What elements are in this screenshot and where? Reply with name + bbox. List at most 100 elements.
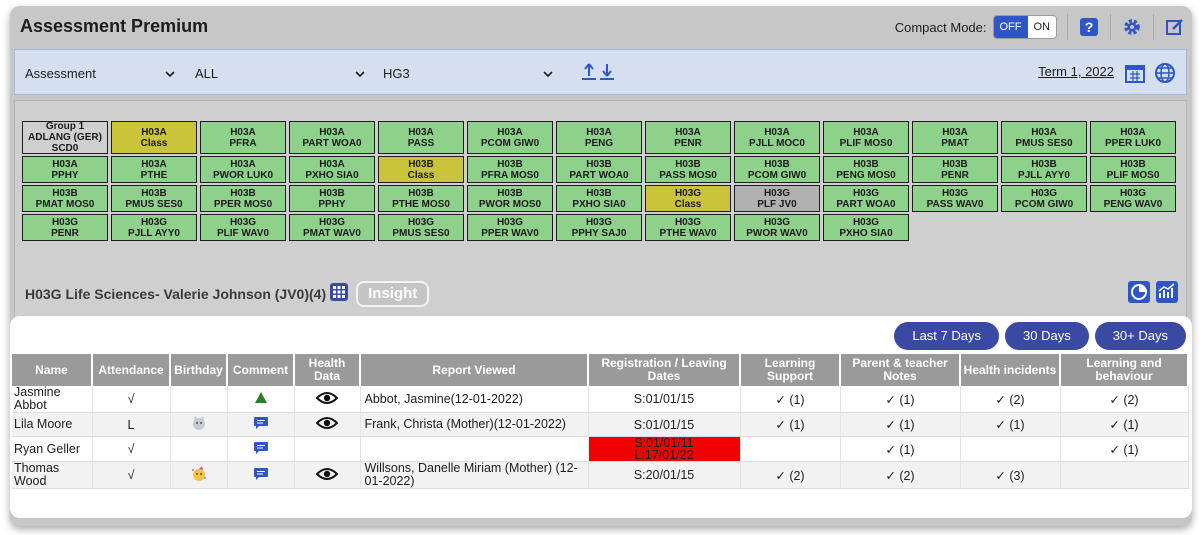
group-cell[interactable]: H03G PCOM GIW0	[1001, 185, 1087, 212]
group-cell[interactable]: H03A PASS	[378, 121, 464, 154]
group-cell[interactable]: H03B PMUS SES0	[111, 185, 197, 212]
group-cell[interactable]: H03G PPER WAV0	[467, 214, 553, 241]
upload-download-icon[interactable]	[581, 62, 617, 87]
column-header[interactable]: Report Viewed	[360, 354, 589, 386]
group-cell[interactable]: H03G PENR	[22, 214, 108, 241]
last-7-days-button[interactable]: Last 7 Days	[894, 322, 999, 350]
group-cell[interactable]: H03G PENG WAV0	[1090, 185, 1176, 212]
comment-icon[interactable]	[253, 441, 269, 458]
group-cell[interactable]: H03B PWOR MOS0	[467, 185, 553, 212]
group-cell[interactable]: H03B PASS MOS0	[645, 156, 731, 183]
column-header[interactable]: Health incidents	[960, 354, 1061, 386]
help-icon[interactable]: ?	[1078, 16, 1100, 38]
column-header[interactable]: Learning Support	[740, 354, 841, 386]
settings-icon[interactable]	[1121, 16, 1143, 38]
group-cell[interactable]: H03B PCOM GIW0	[734, 156, 820, 183]
group-cell[interactable]: H03A PPHY	[22, 156, 108, 183]
group-cell[interactable]: H03B PENG MOS0	[823, 156, 909, 183]
group-cell[interactable]: H03B Class	[378, 156, 464, 183]
line-chart-icon[interactable]	[1156, 281, 1178, 308]
group-cell[interactable]: H03B PART WOA0	[556, 156, 642, 183]
compact-off-option[interactable]: OFF	[993, 16, 1028, 38]
group-cell-line: PXHO SIA0	[305, 169, 359, 181]
group-cell[interactable]: H03G PLF JV0	[734, 185, 820, 212]
group-cell-line: H03B	[497, 187, 523, 199]
tree-icon[interactable]	[254, 391, 268, 408]
table-row[interactable]: Lila Moore L Frank, Christa (Mother)(12-01…	[12, 412, 1189, 437]
table-row[interactable]: Ryan Geller √ S:01/01/11 L:17/01/22 ✓ (1) ✓ (…	[12, 436, 1189, 462]
group-cell[interactable]: H03A PFRA	[200, 121, 286, 154]
group-cell[interactable]: H03B PTHE MOS0	[378, 185, 464, 212]
group-cell[interactable]: H03G PJLL AYY0	[111, 214, 197, 241]
group-cell-line: H03B	[408, 158, 434, 170]
group-cell[interactable]: H03G PLIF WAV0	[200, 214, 286, 241]
insight-button[interactable]: Insight	[356, 281, 430, 307]
group-cell[interactable]: H03G PART WOA0	[823, 185, 909, 212]
comment-icon[interactable]	[253, 417, 269, 433]
group-cell-line: H03G	[1030, 187, 1058, 199]
group-cell[interactable]: H03G PXHO SIA0	[823, 214, 909, 241]
chart-icons	[1128, 281, 1178, 308]
group-cell[interactable]: H03G PTHE WAV0	[645, 214, 731, 241]
pie-chart-icon[interactable]	[1128, 281, 1150, 308]
group-cell[interactable]: H03G PASS WAV0	[912, 185, 998, 212]
group-cell[interactable]: H03G PMAT WAV0	[289, 214, 375, 241]
30-plus-days-button[interactable]: 30+ Days	[1094, 322, 1186, 350]
group-cell[interactable]: H03A PXHO SIA0	[289, 156, 375, 183]
group-cell-line: H03A	[1031, 126, 1057, 138]
column-header[interactable]: Health Data	[294, 354, 361, 386]
group-cell[interactable]: H03A PPER LUK0	[1090, 121, 1176, 154]
group-cell[interactable]: H03A PMUS SES0	[1001, 121, 1087, 154]
table-row[interactable]: Thomas Wood √ Willsons, Danelle Miriam (Mo…	[12, 461, 1189, 489]
group-cell-line: PPER LUK0	[1104, 137, 1162, 149]
group-cell[interactable]: H03A PMAT	[912, 121, 998, 154]
group-cell[interactable]: H03A Class	[111, 121, 197, 154]
group-cell[interactable]: H03A PENR	[645, 121, 731, 154]
column-header[interactable]: Parent & teacher Notes	[840, 354, 961, 386]
group-cell[interactable]: H03G Class	[645, 185, 731, 212]
compact-on-option[interactable]: ON	[1028, 16, 1057, 38]
group-cell[interactable]: H03A PCOM GIW0	[467, 121, 553, 154]
eye-icon[interactable]	[315, 467, 339, 484]
group-cell[interactable]: H03A PART WOA0	[289, 121, 375, 154]
eye-icon[interactable]	[315, 417, 339, 433]
term-link[interactable]: Term 1, 2022	[1038, 64, 1114, 79]
group-cell[interactable]: H03B PMAT MOS0	[22, 185, 108, 212]
group-cell[interactable]: H03A PWOR LUK0	[200, 156, 286, 183]
group-select[interactable]: HG3	[383, 64, 553, 82]
scope-select[interactable]: ALL	[195, 64, 365, 82]
group-cell[interactable]: H03A PJLL MOC0	[734, 121, 820, 154]
group-cell[interactable]: H03B PLIF MOS0	[1090, 156, 1176, 183]
group-cell[interactable]: H03B PJLL AYY0	[1001, 156, 1087, 183]
edit-icon[interactable]	[1164, 16, 1186, 38]
column-header[interactable]: Registration / Leaving Dates	[588, 354, 741, 386]
group-cell[interactable]: H03G PMUS SES0	[378, 214, 464, 241]
group-cell[interactable]: H03A PLIF MOS0	[823, 121, 909, 154]
column-header[interactable]: Name	[12, 354, 93, 386]
calendar-icon[interactable]	[1124, 62, 1146, 89]
group-cell[interactable]: H03B PXHO SIA0	[556, 185, 642, 212]
table-row[interactable]: Jasmine Abbot √ Abbot, Jasmine(12-01-2022)…	[12, 386, 1189, 413]
group-cell[interactable]: H03G PWOR WAV0	[734, 214, 820, 241]
grid-icon[interactable]	[330, 282, 349, 306]
group-cell[interactable]: H03G PPHY SAJ0	[556, 214, 642, 241]
group-cell[interactable]: H03B PFRA MOS0	[467, 156, 553, 183]
compact-mode-toggle[interactable]: OFF ON	[992, 15, 1057, 39]
group-cell[interactable]: H03B PPER MOS0	[200, 185, 286, 212]
group-cell[interactable]: H03A PTHE	[111, 156, 197, 183]
group-cell[interactable]: H03A PENG	[556, 121, 642, 154]
column-header[interactable]: Attendance	[92, 354, 171, 386]
30-days-button[interactable]: 30 Days	[1005, 322, 1089, 350]
comment-cell	[227, 436, 295, 462]
group-cell[interactable]: H03B PENR	[912, 156, 998, 183]
column-header[interactable]: Birthday	[170, 354, 228, 386]
group-cell[interactable]: H03B PPHY	[289, 185, 375, 212]
column-header[interactable]: Learning and behaviour	[1060, 354, 1189, 386]
eye-icon[interactable]	[315, 391, 339, 408]
comment-icon[interactable]	[253, 467, 269, 484]
column-header[interactable]: Comment	[227, 354, 295, 386]
assessment-select[interactable]: Assessment	[25, 64, 175, 82]
group-cell-line: SCD0	[51, 143, 79, 154]
globe-icon[interactable]	[1154, 62, 1176, 89]
group-cell[interactable]: Group 1 ADLANG (GER) SCD0	[22, 121, 108, 154]
